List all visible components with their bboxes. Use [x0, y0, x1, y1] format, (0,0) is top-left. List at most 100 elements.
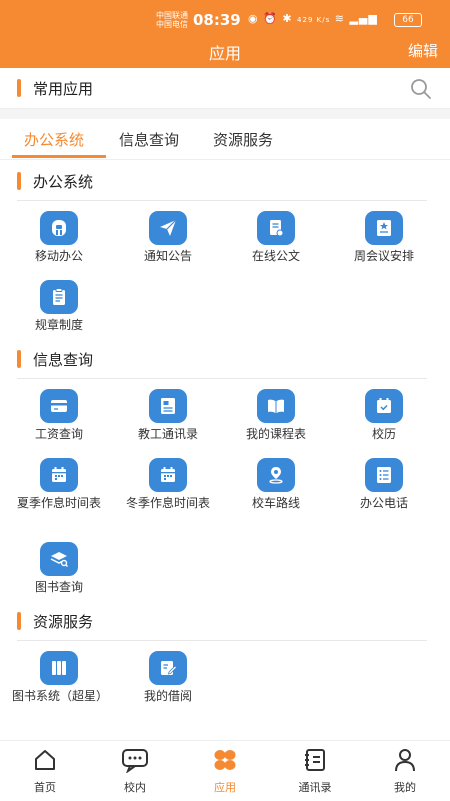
app-label: 在线公文: [251, 249, 300, 263]
app-book-search[interactable]: 图书查询: [4, 542, 114, 594]
section-resources: 资源服务: [0, 609, 450, 641]
tab-info[interactable]: 信息查询: [119, 129, 179, 150]
app-label: 周会议安排: [353, 249, 414, 263]
carrier-info: 中国联通 中国电信: [156, 11, 188, 29]
divider: [17, 378, 427, 379]
address-book-icon: [305, 749, 325, 771]
status-bar: 中国联通 中国电信 08:39 ◉ ⏰ ✱ 429 K/s ≋ ▂▄▆ 66: [0, 8, 450, 30]
app-label: 工资查询: [34, 427, 83, 441]
app-staff-directory[interactable]: 教工通讯录: [113, 389, 223, 441]
carrier-1: 中国联通: [156, 11, 188, 20]
section-info: 信息查询: [0, 347, 450, 379]
calendar-icon: [40, 458, 78, 492]
card-icon: [40, 389, 78, 423]
paper-plane-icon: [149, 211, 187, 245]
bottom-nav: 首页 校内 应用 通讯录 我的: [0, 740, 450, 801]
app-label: 通知公告: [143, 249, 192, 263]
mobile-office-icon: [40, 211, 78, 245]
library-icon: [40, 651, 78, 685]
app-mobile-office[interactable]: 移动办公: [4, 211, 114, 263]
section-title: 资源服务: [33, 613, 94, 631]
section-office: 办公系统: [0, 169, 450, 201]
app-label: 规章制度: [34, 318, 83, 332]
contacts-icon: [149, 389, 187, 423]
app-label: 冬季作息时间表: [125, 496, 210, 510]
app-label: 办公电话: [359, 496, 408, 510]
home-icon: [35, 750, 55, 770]
wifi-icon: ≋: [334, 12, 345, 25]
chat-icon: [122, 749, 148, 774]
app-regulations[interactable]: 规章制度: [4, 280, 114, 332]
apps-icon: [214, 750, 236, 770]
location-icon: [257, 458, 295, 492]
clipboard-icon: [40, 280, 78, 314]
list-icon: [365, 458, 403, 492]
app-label: 夏季作息时间表: [16, 496, 101, 510]
book-icon: [257, 389, 295, 423]
network-speed: 429 K/s: [297, 16, 331, 24]
carrier-2: 中国电信: [156, 20, 188, 29]
calendar-icon: [149, 458, 187, 492]
divider: [17, 640, 427, 641]
tab-resources[interactable]: 资源服务: [213, 129, 273, 150]
section-title: 办公系统: [33, 173, 94, 191]
edit-button[interactable]: 编辑: [408, 40, 438, 61]
app-library-system[interactable]: 图书系统（超星）: [4, 651, 114, 703]
nav-label: 我的: [394, 781, 416, 794]
user-icon: [395, 749, 415, 772]
section-marker: [17, 350, 21, 368]
signal-icon: ▂▄▆: [349, 12, 378, 25]
divider: [0, 109, 450, 119]
app-label: 校历: [371, 427, 396, 441]
app-label: 我的课程表: [245, 427, 306, 441]
app-school-calendar[interactable]: 校历: [329, 389, 439, 441]
eye-icon: ◉: [248, 12, 259, 25]
books-search-icon: [40, 542, 78, 576]
calendar-icon: [365, 389, 403, 423]
active-tab-indicator: [12, 155, 106, 158]
battery-indicator: 66: [394, 13, 422, 27]
tab-office[interactable]: 办公系统: [24, 129, 84, 150]
app-notice[interactable]: 通知公告: [113, 211, 223, 263]
bluetooth-icon: ✱: [282, 12, 293, 25]
app-label: 移动办公: [34, 249, 83, 263]
section-marker: [17, 79, 21, 97]
nav-home[interactable]: 首页: [0, 747, 90, 795]
app-online-document[interactable]: 在线公文: [221, 211, 331, 263]
app-label: 教工通讯录: [137, 427, 198, 441]
app-bus-route[interactable]: 校车路线: [221, 458, 331, 510]
app-winter-schedule[interactable]: 冬季作息时间表: [113, 458, 223, 510]
nav-me[interactable]: 我的: [360, 747, 450, 795]
section-title: 信息查询: [33, 351, 94, 369]
app-label: 我的借阅: [143, 689, 192, 703]
divider: [17, 200, 427, 201]
app-salary-query[interactable]: 工资查询: [4, 389, 114, 441]
meeting-icon: [365, 211, 403, 245]
nav-label: 应用: [214, 781, 236, 794]
nav-apps[interactable]: 应用: [180, 747, 270, 795]
category-tabs: 办公系统 信息查询 资源服务: [0, 119, 450, 160]
nav-campus[interactable]: 校内: [90, 747, 180, 795]
nav-label: 通讯录: [298, 781, 332, 794]
favorites-bar: 常用应用: [0, 68, 450, 109]
app-my-borrowing[interactable]: 我的借阅: [113, 651, 223, 703]
app-office-phone[interactable]: 办公电话: [329, 458, 439, 510]
app-label: 图书系统（超星）: [12, 689, 109, 703]
alarm-icon: ⏰: [263, 12, 278, 25]
status-icons: ◉ ⏰ ✱ 429 K/s ≋ ▂▄▆: [248, 12, 378, 25]
section-marker: [17, 612, 21, 630]
app-weekly-meeting[interactable]: 周会议安排: [329, 211, 439, 263]
app-summer-schedule[interactable]: 夏季作息时间表: [4, 458, 114, 510]
app-label: 校车路线: [251, 496, 300, 510]
app-header: 中国联通 中国电信 08:39 ◉ ⏰ ✱ 429 K/s ≋ ▂▄▆ 66 应…: [0, 0, 450, 68]
favorites-title: 常用应用: [33, 80, 94, 98]
nav-label: 首页: [34, 781, 56, 794]
edit-icon: [149, 651, 187, 685]
document-icon: [257, 211, 295, 245]
search-icon[interactable]: [410, 78, 432, 104]
app-my-timetable[interactable]: 我的课程表: [221, 389, 331, 441]
clock: 08:39: [193, 11, 241, 29]
nav-contacts[interactable]: 通讯录: [270, 747, 360, 795]
section-marker: [17, 172, 21, 190]
app-label: 图书查询: [34, 580, 83, 594]
